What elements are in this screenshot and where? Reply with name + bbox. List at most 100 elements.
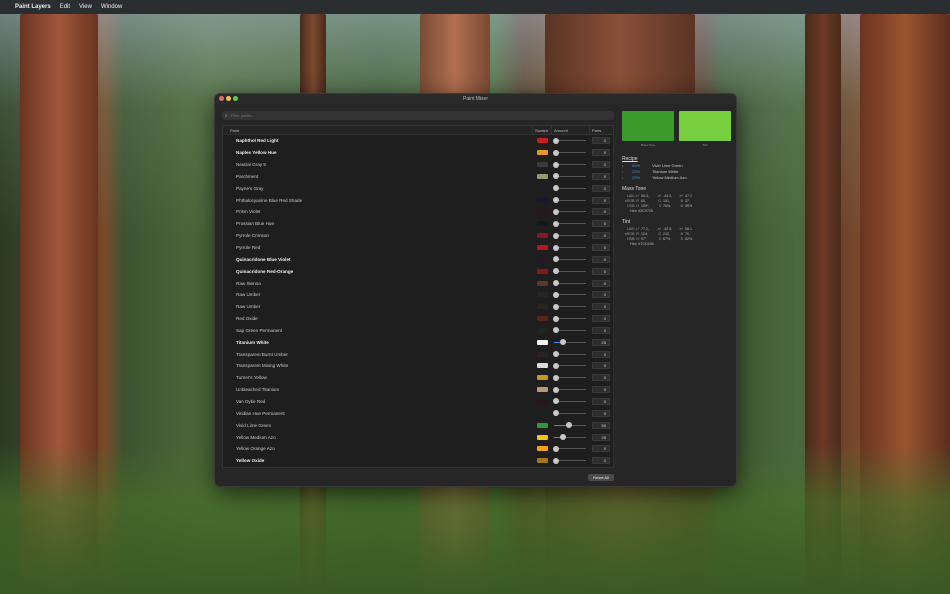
- parts-field[interactable]: 0: [592, 386, 610, 394]
- slider-knob[interactable]: [553, 362, 559, 369]
- table-row[interactable]: Phthalocyanine Blue Red Shade 0: [223, 194, 613, 206]
- table-row[interactable]: Raw Umber 0: [223, 301, 613, 313]
- parts-field[interactable]: 0: [592, 445, 610, 453]
- table-row[interactable]: Unbleached Titanium 0: [223, 384, 613, 396]
- parts-field[interactable]: 0: [592, 315, 610, 323]
- parts-field[interactable]: 0: [592, 374, 610, 382]
- amount-slider[interactable]: [553, 398, 586, 405]
- amount-slider[interactable]: [553, 161, 586, 168]
- parts-field[interactable]: 0: [592, 232, 610, 240]
- menu-edit[interactable]: Edit: [60, 4, 70, 10]
- table-row[interactable]: Titanium White 25: [223, 336, 613, 348]
- table-row[interactable]: Vivid Lime Green 50: [223, 419, 613, 431]
- table-row[interactable]: Raw Sienna 0: [223, 277, 613, 289]
- slider-knob[interactable]: [553, 410, 559, 417]
- menu-app-name[interactable]: Paint Layers: [15, 4, 51, 10]
- amount-slider[interactable]: [553, 374, 586, 381]
- amount-slider[interactable]: [553, 137, 586, 144]
- parts-field[interactable]: 0: [592, 208, 610, 216]
- table-row[interactable]: Sap Green Permanent 0: [223, 325, 613, 337]
- parts-field[interactable]: 50: [592, 421, 610, 429]
- amount-slider[interactable]: [553, 457, 586, 464]
- amount-slider[interactable]: [553, 268, 586, 275]
- column-header-parts[interactable]: Parts: [590, 126, 613, 134]
- slider-knob[interactable]: [553, 327, 559, 334]
- menu-window[interactable]: Window: [101, 4, 122, 10]
- table-row[interactable]: Parchment 0: [223, 171, 613, 183]
- table-row[interactable]: Prussian Blue Hue 0: [223, 218, 613, 230]
- table-row[interactable]: Naples Yellow Hue 0: [223, 147, 613, 159]
- amount-slider[interactable]: [553, 280, 586, 287]
- parts-field[interactable]: 0: [592, 457, 610, 465]
- table-row[interactable]: Pyrrole Crimson 0: [223, 230, 613, 242]
- parts-field[interactable]: 0: [592, 279, 610, 287]
- column-header-swatch[interactable]: Swatch: [533, 126, 552, 134]
- parts-field[interactable]: 0: [592, 172, 610, 180]
- slider-knob[interactable]: [553, 161, 559, 168]
- amount-slider[interactable]: [553, 208, 586, 215]
- slider-knob[interactable]: [553, 386, 559, 393]
- parts-field[interactable]: 0: [592, 291, 610, 299]
- table-row[interactable]: Red Oxide 0: [223, 313, 613, 325]
- amount-slider[interactable]: [553, 351, 586, 358]
- amount-slider[interactable]: [553, 149, 586, 156]
- table-row[interactable]: Payne's Gray 0: [223, 182, 613, 194]
- slider-knob[interactable]: [553, 291, 559, 298]
- table-row[interactable]: Transparent Mixing White 0: [223, 360, 613, 372]
- slider-knob[interactable]: [553, 315, 559, 322]
- slider-knob[interactable]: [553, 137, 559, 144]
- parts-field[interactable]: 0: [592, 362, 610, 370]
- table-row[interactable]: Van Dyke Red 0: [223, 396, 613, 408]
- table-row[interactable]: Viridian Hue Permanent 0: [223, 407, 613, 419]
- parts-field[interactable]: 0: [592, 397, 610, 405]
- slider-knob[interactable]: [553, 398, 559, 405]
- column-header-amount[interactable]: Amount: [552, 126, 590, 134]
- slider-knob[interactable]: [566, 422, 572, 429]
- column-header-paint[interactable]: Paint: [223, 126, 533, 134]
- amount-slider[interactable]: [553, 291, 586, 298]
- amount-slider[interactable]: [553, 410, 586, 417]
- amount-slider[interactable]: [553, 220, 586, 227]
- slider-knob[interactable]: [553, 256, 559, 263]
- slider-knob[interactable]: [553, 232, 559, 239]
- slider-knob[interactable]: [553, 208, 559, 215]
- table-row[interactable]: Transparent Burnt Umber 0: [223, 348, 613, 360]
- filter-field[interactable]: ⌕: [222, 111, 614, 120]
- table-row[interactable]: Turner's Yellow 0: [223, 372, 613, 384]
- parts-field[interactable]: 0: [592, 267, 610, 275]
- parts-field[interactable]: 0: [592, 303, 610, 311]
- slider-knob[interactable]: [553, 268, 559, 275]
- slider-knob[interactable]: [553, 280, 559, 287]
- parts-field[interactable]: 0: [592, 326, 610, 334]
- table-row[interactable]: Raw Umber 0: [223, 289, 613, 301]
- table-row[interactable]: Neutral Gray 5 0: [223, 159, 613, 171]
- slider-knob[interactable]: [553, 197, 559, 204]
- filter-input[interactable]: [230, 111, 614, 120]
- window-titlebar[interactable]: Paint Mixer: [215, 94, 736, 104]
- amount-slider[interactable]: [554, 422, 586, 429]
- table-row[interactable]: Yellow Orange Azo 0: [223, 443, 613, 455]
- parts-field[interactable]: 0: [592, 161, 610, 169]
- slider-knob[interactable]: [559, 339, 566, 346]
- table-row[interactable]: Pyrrole Red 0: [223, 242, 613, 254]
- amount-slider[interactable]: [553, 185, 586, 192]
- slider-knob[interactable]: [553, 445, 559, 452]
- parts-field[interactable]: 0: [592, 244, 610, 252]
- slider-knob[interactable]: [553, 244, 559, 251]
- parts-field[interactable]: 0: [592, 409, 610, 417]
- amount-slider[interactable]: [553, 386, 586, 393]
- close-window-icon[interactable]: [219, 96, 224, 101]
- amount-slider[interactable]: [553, 173, 586, 180]
- parts-field[interactable]: 25: [592, 338, 610, 346]
- amount-slider[interactable]: [553, 303, 586, 310]
- slider-knob[interactable]: [559, 434, 566, 441]
- slider-knob[interactable]: [553, 185, 559, 192]
- parts-field[interactable]: 0: [592, 184, 610, 192]
- amount-slider[interactable]: [554, 339, 586, 346]
- parts-field[interactable]: 0: [592, 255, 610, 263]
- parts-field[interactable]: 0: [592, 350, 610, 358]
- table-row[interactable]: Quinacridone Red-Orange 0: [223, 265, 613, 277]
- slider-knob[interactable]: [553, 374, 559, 381]
- amount-slider[interactable]: [553, 244, 586, 251]
- amount-slider[interactable]: [553, 315, 586, 322]
